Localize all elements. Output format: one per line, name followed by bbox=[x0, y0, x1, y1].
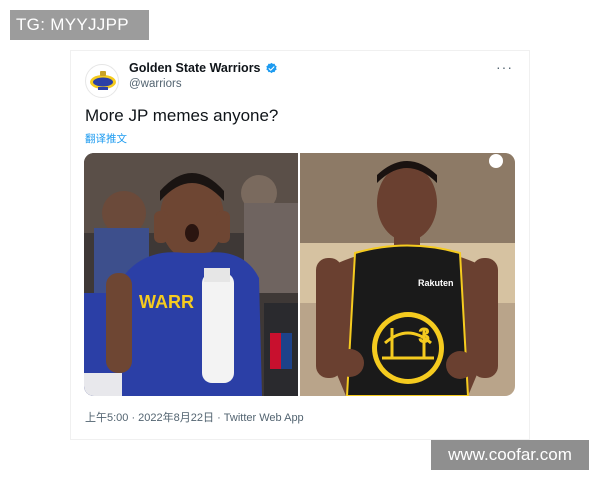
author-name-row[interactable]: Golden State Warriors bbox=[129, 61, 278, 75]
jersey-sponsor-label: Rakuten bbox=[418, 278, 454, 288]
tweet-timestamp[interactable]: 上午5:00 · 2022年8月22日 · Twitter Web App bbox=[85, 409, 304, 425]
svg-text:WARR: WARR bbox=[139, 292, 194, 312]
jersey-number: 3 bbox=[418, 323, 430, 348]
more-horizontal-icon[interactable]: ··· bbox=[496, 59, 513, 75]
tweet-text: More JP memes anyone? bbox=[85, 106, 279, 125]
translate-link[interactable]: 翻译推文 bbox=[85, 131, 127, 146]
watermark-bottom: www.coofar.com bbox=[431, 440, 589, 470]
photo-player-celebrating-icon: Rakuten 3 bbox=[300, 153, 515, 396]
media-image-left[interactable]: WARR bbox=[84, 153, 298, 396]
warriors-championship-logo-icon bbox=[90, 71, 116, 90]
photo-player-shocked-icon: WARR bbox=[84, 153, 298, 396]
avatar[interactable] bbox=[85, 64, 119, 98]
watermark-top: TG: MYYJJPP bbox=[10, 10, 149, 40]
tweet-media[interactable]: WARR Rakuten 3 bbox=[84, 153, 515, 396]
verified-badge-icon bbox=[265, 62, 277, 73]
author-handle[interactable]: @warriors bbox=[129, 78, 182, 90]
display-name[interactable]: Golden State Warriors bbox=[129, 61, 261, 75]
media-image-right[interactable]: Rakuten 3 bbox=[300, 153, 515, 396]
tweet-card[interactable]: Golden State Warriors @warriors ··· More… bbox=[70, 50, 530, 440]
